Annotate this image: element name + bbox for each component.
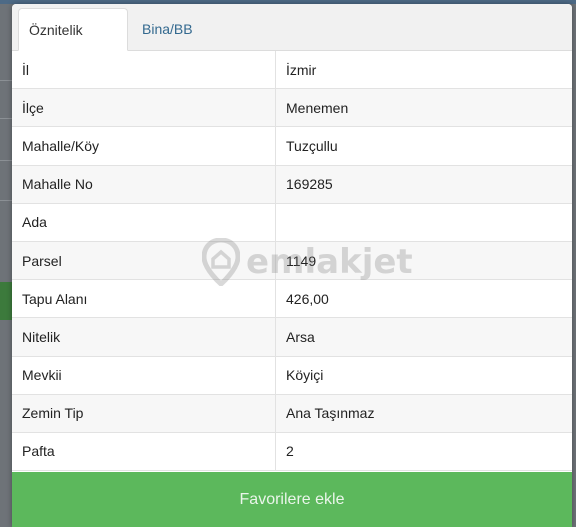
backdrop-divider xyxy=(0,118,12,119)
table-row: Nitelik Arsa xyxy=(12,318,572,357)
row-value: 1149 xyxy=(286,252,317,269)
tab-bar: Öznitelik Bilgisi Bina/BB Listesi xyxy=(12,4,572,80)
table-row: Ada xyxy=(12,203,572,242)
row-value: 426,00 xyxy=(286,290,329,307)
table-row: İlçe Menemen xyxy=(12,89,572,128)
row-label: Mevkii xyxy=(12,356,276,394)
table-row: Mahalle/Köy Tuzçullu xyxy=(12,127,572,166)
row-label: Zemin Tip xyxy=(12,394,276,432)
backdrop-divider xyxy=(0,160,12,161)
row-label: Nitelik xyxy=(12,318,276,356)
row-label: Parsel xyxy=(12,241,276,280)
table-row: Zemin Tip Ana Taşınmaz xyxy=(12,394,572,433)
row-value: İzmir xyxy=(286,61,317,78)
table-row: Tapu Alanı 426,00 xyxy=(12,280,572,319)
backdrop-divider xyxy=(0,80,12,81)
tab-attribute-info[interactable]: Öznitelik Bilgisi xyxy=(18,8,128,80)
table-row: İl İzmir xyxy=(12,51,572,90)
table-row: Mahalle No 169285 xyxy=(12,165,572,204)
row-label: Mahalle No xyxy=(12,165,276,203)
row-label: Ada xyxy=(12,203,276,241)
backdrop-green-block xyxy=(0,282,12,320)
row-value: Tuzçullu xyxy=(286,137,338,154)
row-value: 2 xyxy=(286,443,294,460)
row-label: İl xyxy=(12,51,276,89)
row-value xyxy=(276,204,572,241)
table-row: Mevkii Köyiçi xyxy=(12,356,572,395)
row-label: Mahalle/Köy xyxy=(12,127,276,165)
row-label: Tapu Alanı xyxy=(12,280,276,318)
row-label: İlçe xyxy=(12,89,276,127)
table-row: Parsel 1149 xyxy=(12,241,572,281)
tab-building-list[interactable]: Bina/BB Listesi xyxy=(132,8,242,79)
backdrop-divider xyxy=(0,200,12,201)
add-to-favorites-button[interactable]: Favorilere ekle xyxy=(12,472,572,527)
row-value: Ana Taşınmaz xyxy=(286,405,375,422)
row-value: Köyiçi xyxy=(286,367,324,384)
row-value: Arsa xyxy=(286,328,315,345)
parcel-info-modal: Öznitelik Bilgisi Bina/BB Listesi İl İzm… xyxy=(12,4,572,527)
row-label: Pafta xyxy=(12,432,276,471)
table-row: Pafta 2 xyxy=(12,432,572,472)
row-value: Menemen xyxy=(286,99,349,116)
attribute-table: İl İzmir İlçe Menemen Mahalle/Köy Tuzçul… xyxy=(12,51,572,472)
row-value: 169285 xyxy=(286,176,333,193)
